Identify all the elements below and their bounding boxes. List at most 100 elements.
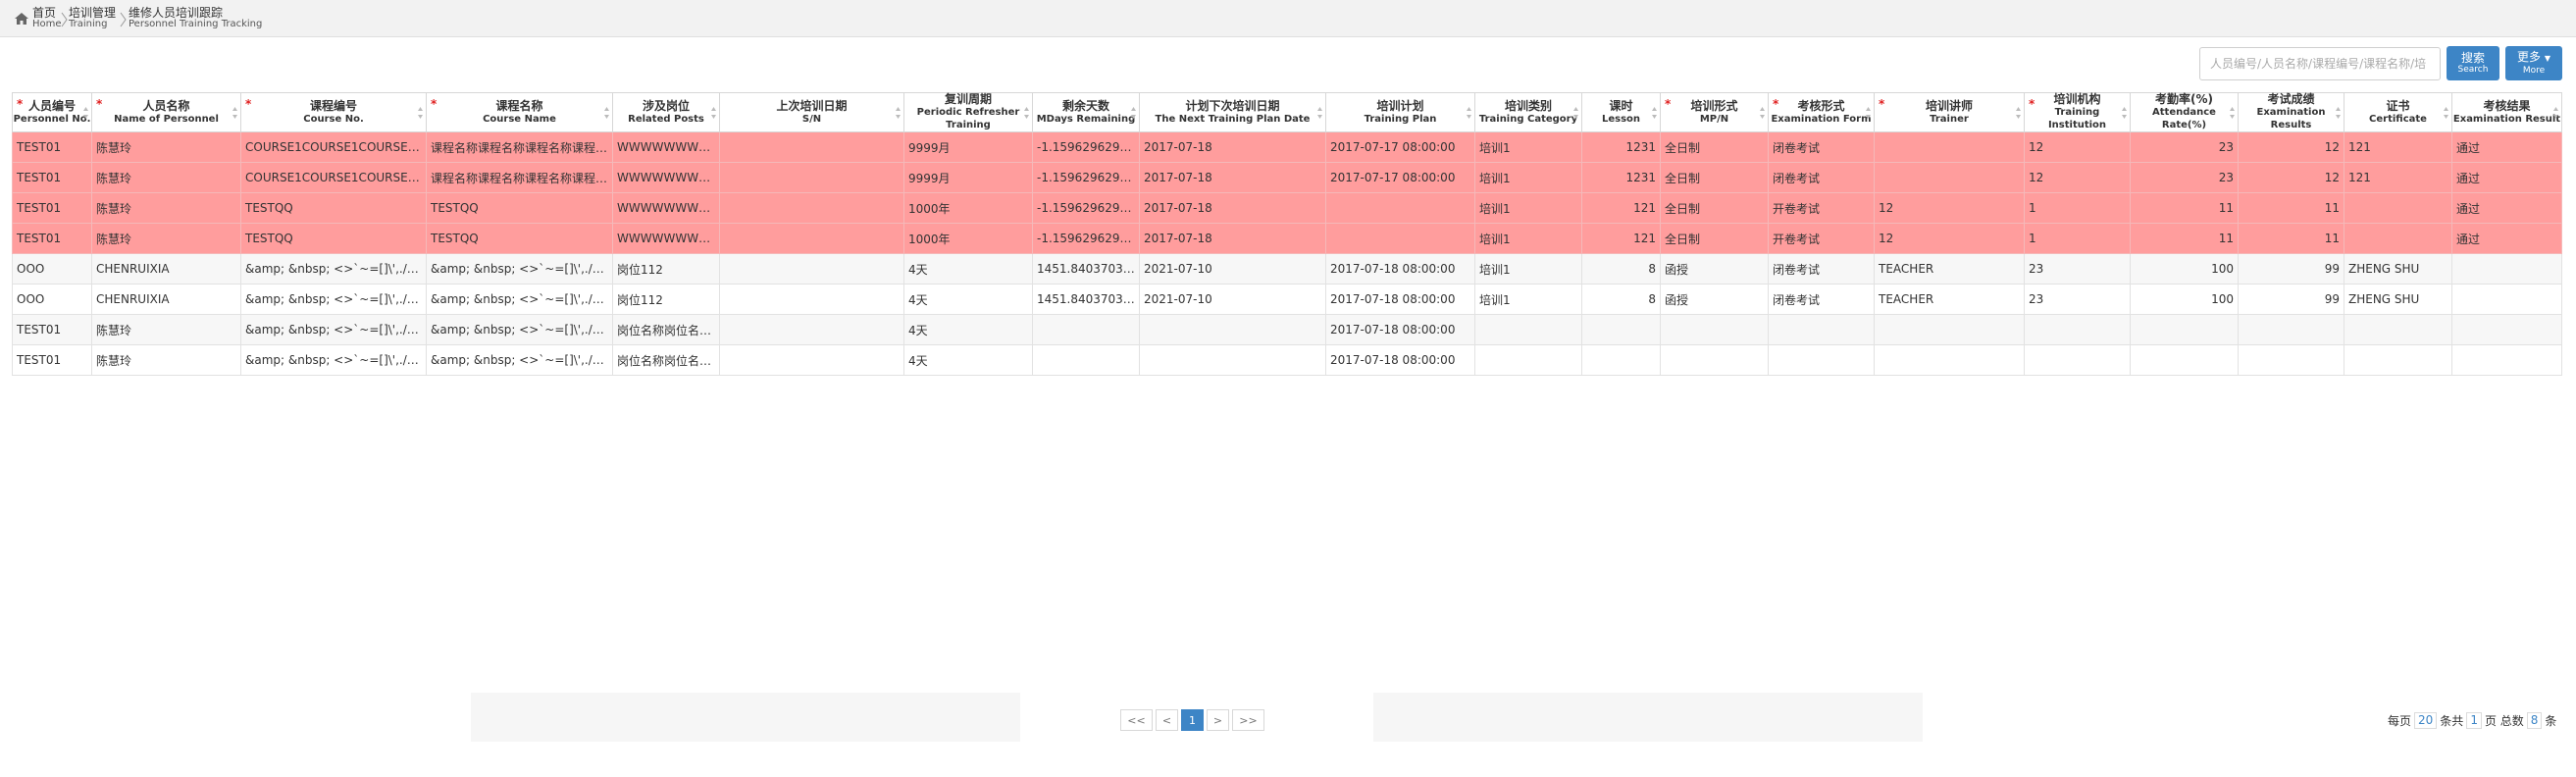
search-button-label: 搜索 [2460, 50, 2485, 65]
table-cell: 开卷考试 [1768, 223, 1875, 254]
column-header[interactable]: * 培训讲师 Trainer [1874, 92, 2025, 132]
table-cell: 培训1 [1474, 253, 1582, 285]
table-cell: &amp; &nbsp; <>`~=[]\',./~!@#$% [240, 284, 427, 315]
sort-icon[interactable] [83, 106, 88, 120]
column-header[interactable]: 复训周期 Periodic Refresher Training [903, 92, 1033, 132]
sort-icon[interactable] [1866, 106, 1871, 120]
sort-icon[interactable] [604, 106, 609, 120]
sort-icon[interactable] [2336, 106, 2341, 120]
column-header[interactable]: * 人员名称 Name of Personnel [91, 92, 241, 132]
breadcrumb-training[interactable]: 培训管理 Training [69, 7, 116, 30]
sort-icon[interactable] [2122, 106, 2127, 120]
table-cell: WWWWWWWWWWWW [612, 223, 720, 254]
table-cell: 2017-07-17 08:00:00 [1325, 131, 1475, 163]
table-cell [2024, 344, 2131, 376]
page-1-button[interactable]: 1 [1181, 709, 1204, 731]
sort-icon[interactable] [1652, 106, 1657, 120]
column-header[interactable]: * 培训形式 MP/N [1660, 92, 1769, 132]
column-header[interactable]: 计划下次培训日期 The Next Training Plan Date [1139, 92, 1326, 132]
breadcrumb-bar: 首页 Home 培训管理 Training 维修人员培训跟踪 Personnel… [0, 0, 2576, 37]
column-header-en: Training Institution [2047, 107, 2107, 130]
table-cell: 闭卷考试 [1768, 131, 1875, 163]
table-cell: 2017-07-18 [1139, 192, 1326, 224]
column-header[interactable]: 培训类别 Training Category [1474, 92, 1582, 132]
column-header[interactable]: 考试成绩 Examination Results [2238, 92, 2344, 132]
table-cell: 12 [1874, 223, 2025, 254]
table-cell: 1 [2024, 223, 2131, 254]
column-header[interactable]: * 培训机构 Training Institution [2024, 92, 2131, 132]
column-header[interactable]: * 考核形式 Examination Form [1768, 92, 1875, 132]
table-row[interactable]: TEST01陈慧玲&amp; &nbsp; <>`~=[]\',./~!@#$%… [12, 314, 2562, 345]
column-header-label: 培训讲师 [1925, 98, 1973, 113]
table-cell: 12 [2238, 162, 2344, 193]
sort-icon[interactable] [896, 106, 901, 120]
sort-icon[interactable] [1317, 106, 1322, 120]
column-header-label: 证书 [2386, 98, 2410, 113]
column-header[interactable]: 培训计划 Training Plan [1325, 92, 1475, 132]
table-cell [1139, 344, 1326, 376]
column-header[interactable]: 考核结果 Examination Result [2451, 92, 2562, 132]
pagination: << < 1 > >> [1120, 709, 1267, 731]
column-header-en: Name of Personnel [114, 113, 219, 125]
sort-icon[interactable] [1131, 106, 1136, 120]
column-header[interactable]: * 课程编号 Course No. [240, 92, 427, 132]
sort-icon[interactable] [2016, 106, 2021, 120]
table-cell: OOO [12, 253, 92, 285]
table-cell: &amp; &nbsp; <>`~=[]\',./~!@#$% [240, 344, 427, 376]
more-button[interactable]: 更多 ▼ More [2505, 46, 2562, 80]
sort-icon[interactable] [1760, 106, 1765, 120]
sort-icon[interactable] [232, 106, 237, 120]
breadcrumb-home[interactable]: 首页 Home [32, 7, 62, 30]
sort-icon[interactable] [1024, 106, 1029, 120]
search-button[interactable]: 搜索 Search [2447, 46, 2499, 80]
table-row[interactable]: TEST01陈慧玲COURSE1COURSE1COURSE1COURSE1课程名… [12, 162, 2562, 193]
sort-icon[interactable] [2230, 106, 2235, 120]
table-cell: 2017-07-18 [1139, 162, 1326, 193]
table-cell [719, 192, 904, 224]
column-header[interactable]: 涉及岗位 Related Posts [612, 92, 720, 132]
table-row[interactable]: TEST01陈慧玲&amp; &nbsp; <>`~=[]\',./~!@#$%… [12, 344, 2562, 376]
table-cell [719, 314, 904, 345]
sort-icon[interactable] [711, 106, 716, 120]
column-header-en: Training Category [1478, 113, 1578, 125]
column-header-label: 考勤率(%) [2155, 92, 2213, 106]
sort-icon[interactable] [418, 106, 423, 120]
column-header[interactable]: * 课程名称 Course Name [426, 92, 613, 132]
column-header[interactable]: 考勤率(%) Attendance Rate(%) [2130, 92, 2239, 132]
table-row[interactable]: OOO CHENRUIXIA &amp; &nbsp; <>`~=[]\',./~!… [12, 284, 2562, 315]
last-page-button[interactable]: >> [1232, 709, 1264, 731]
table-row[interactable]: TEST01陈慧玲TESTQQTESTQQWWWWWWWWWWWW1000年-1… [12, 192, 2562, 224]
table-cell [1581, 344, 1661, 376]
table-cell: &amp; &nbsp; <>`~=[]\',./~!@#$% [426, 253, 613, 285]
first-page-button[interactable]: << [1120, 709, 1153, 731]
column-header-en: Related Posts [628, 113, 704, 125]
table-cell: TEST01 [12, 162, 92, 193]
table-cell: 12 [2024, 162, 2131, 193]
table-row[interactable]: TEST01陈慧玲COURSE1COURSE1COURSE1COURSE1课程名… [12, 131, 2562, 163]
table-cell: 岗位112 [612, 284, 720, 315]
sort-icon[interactable] [2553, 106, 2558, 120]
table-cell: 闭卷考试 [1768, 253, 1875, 285]
table-cell: 1451.8403703703 [1032, 253, 1140, 285]
sort-icon[interactable] [1573, 106, 1578, 120]
sort-icon[interactable] [1467, 106, 1471, 120]
column-header[interactable]: 课时 Lesson [1581, 92, 1661, 132]
per-page-value[interactable]: 20 [2414, 712, 2438, 729]
table-cell [1874, 162, 2025, 193]
table-cell [719, 253, 904, 285]
home-icon[interactable] [15, 13, 28, 25]
prev-page-button[interactable]: < [1156, 709, 1178, 731]
search-input[interactable] [2199, 47, 2441, 80]
table-cell: 23 [2130, 131, 2239, 163]
table-row[interactable]: TEST01陈慧玲TESTQQTESTQQWWWWWWWWWWWW1000年-1… [12, 223, 2562, 254]
sort-icon[interactable] [2444, 106, 2448, 120]
table-cell: -1.1596296296296 [1032, 162, 1140, 193]
column-header[interactable]: 证书 Certificate [2344, 92, 2452, 132]
next-page-button[interactable]: > [1207, 709, 1229, 731]
column-header-en: Certificate [2369, 113, 2427, 125]
table-cell: 121 [1581, 223, 1661, 254]
column-header[interactable]: 上次培训日期 S/N [719, 92, 904, 132]
column-header[interactable]: * 人员编号 Personnel No. [12, 92, 92, 132]
table-row[interactable]: OOO CHENRUIXIA &amp; &nbsp; <>`~=[]\',./~!… [12, 253, 2562, 285]
column-header[interactable]: 剩余天数 MDays Remaining [1032, 92, 1140, 132]
